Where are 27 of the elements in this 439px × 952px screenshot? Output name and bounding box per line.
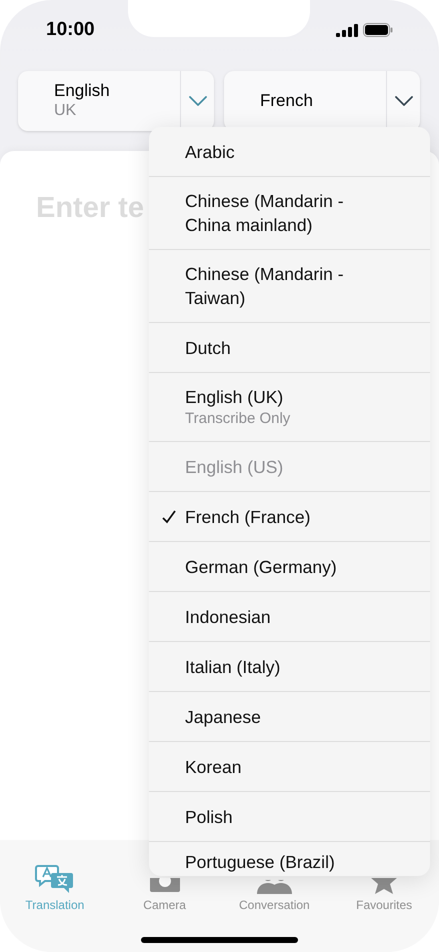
people-icon [255, 880, 294, 894]
menu-item[interactable]: Polish [149, 792, 430, 842]
star-icon [369, 878, 400, 894]
menu-item[interactable]: Korean [149, 742, 430, 792]
menu-item[interactable]: French (France) [149, 492, 430, 542]
battery-icon [363, 23, 393, 37]
menu-item[interactable]: Portuguese (Brazil) [149, 842, 430, 874]
menu-item[interactable]: Chinese (Mandarin - Taiwan) [149, 250, 430, 323]
menu-item-subtitle: Transcribe Only [185, 409, 292, 429]
menu-item[interactable]: German (Germany) [149, 542, 430, 592]
chevron-down-icon [394, 96, 412, 106]
menu-item[interactable]: Italian (Italy) [149, 642, 430, 692]
region-label: UK [54, 101, 78, 121]
menu-item[interactable]: Chinese (Mandarin - China mainland) [149, 177, 430, 250]
chevron-down-icon [188, 96, 206, 106]
signal-icon [336, 24, 358, 36]
menu-item[interactable]: Japanese [149, 692, 430, 742]
menu-item[interactable]: Arabic [149, 127, 430, 177]
language-name: French [260, 91, 314, 111]
camera-icon [148, 878, 182, 894]
menu-item[interactable]: Indonesian [149, 592, 430, 642]
status-time: 10:00 [46, 18, 95, 42]
translate-icon [34, 864, 75, 894]
menu-item[interactable]: English (UK) Transcribe Only [149, 373, 430, 442]
language-name: English [54, 81, 111, 101]
language-selector[interactable]: English UK [18, 71, 214, 131]
menu-item[interactable]: Dutch [149, 323, 430, 373]
